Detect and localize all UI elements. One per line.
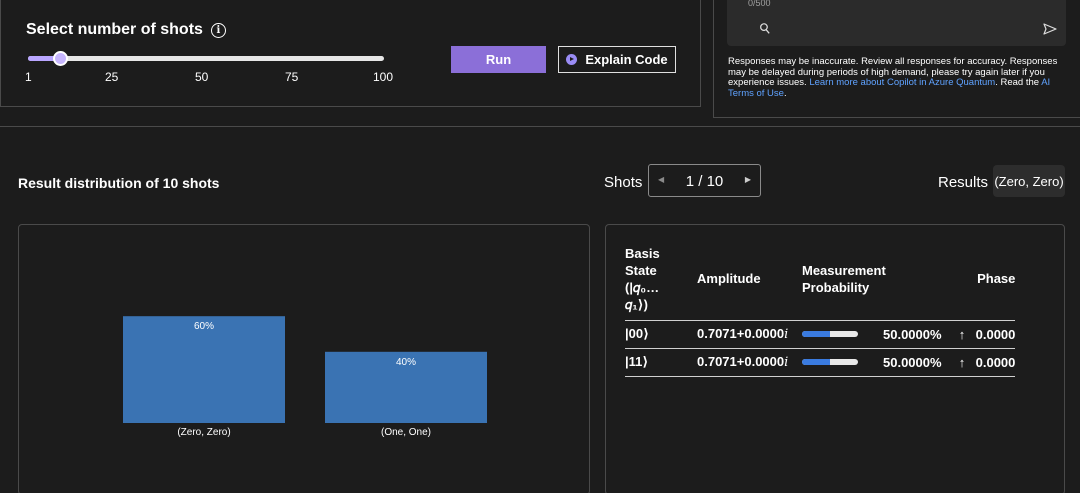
slider-tick: 75 <box>285 70 299 84</box>
header-phase: Phase <box>952 238 1016 321</box>
read-the-text: . Read the <box>995 77 1040 88</box>
phase-arrow-icon: ↑ <box>958 354 966 370</box>
distribution-chart-svg: 60% (Zero, Zero) 40% (One, One) <box>123 316 487 438</box>
shots-panel: Select number of shots i 1 25 50 75 100 … <box>0 0 701 107</box>
char-count: 0/500 <box>748 0 771 8</box>
header-basis-l3: (|𝑞₀… <box>625 279 660 295</box>
chat-input[interactable]: 0/500 ⚲ <box>727 0 1066 46</box>
run-button[interactable]: Run <box>451 46 546 73</box>
shots-title: Select number of shots i <box>26 21 226 39</box>
explain-code-label: Explain Code <box>585 52 668 67</box>
shots-title-label: Select number of shots <box>26 21 203 38</box>
bar-data-label: 40% <box>396 357 416 368</box>
copilot-disclaimer: Responses may be inaccurate. Review all … <box>728 56 1072 99</box>
amplitude-value: 0.7071+0.0000 <box>697 326 785 341</box>
pager-value: 1 / 10 <box>685 173 724 190</box>
probability-fill <box>802 331 830 337</box>
phase-cell: ↑ 0.0000 <box>952 320 1016 349</box>
amplitude-cell: 0.7071+0.0000i <box>697 348 802 377</box>
phase-value: 0.0000 <box>975 354 1016 370</box>
pager-next-icon[interactable]: ▶ <box>745 175 751 184</box>
terms-end: . <box>783 87 787 99</box>
header-meas-l1: Measurement <box>802 262 886 278</box>
amplitude-imag: i <box>784 327 789 342</box>
send-icon[interactable] <box>1043 23 1057 35</box>
category-label: (One, One) <box>381 427 431 438</box>
phase-arrow-icon: ↑ <box>958 326 966 342</box>
slider-thumb[interactable] <box>53 51 69 66</box>
header-basis-l1: Basis <box>625 245 660 261</box>
slider-tick: 50 <box>195 70 209 84</box>
state-table: Basis State (|𝑞₀… 𝑞₁⟩) Amplitude Measure… <box>625 238 1016 377</box>
probability-cell: 50.0000% <box>802 320 952 349</box>
state-table-card: Basis State (|𝑞₀… 𝑞₁⟩) Amplitude Measure… <box>605 224 1065 493</box>
distribution-title: Result distribution of 10 shots <box>18 175 220 191</box>
distribution-chart: 60% (Zero, Zero) 40% (One, One) <box>18 224 590 493</box>
category-label: (Zero, Zero) <box>177 427 230 438</box>
slider-tick: 1 <box>25 70 32 84</box>
copilot-panel: 0/500 ⚲ Responses may be inaccurate. Rev… <box>713 0 1080 118</box>
table-row: |00⟩ 0.7071+0.0000i 50.0000% ↑ 0.0000 <box>625 320 1016 349</box>
results-label: Results <box>938 174 989 191</box>
slider-tick: 100 <box>373 70 394 84</box>
header-basis-l4: 𝑞₁⟩) <box>625 296 648 312</box>
probability-text: 50.0000% <box>883 354 942 370</box>
shot-pager[interactable]: ◀ 1 / 10 ▶ <box>648 164 761 197</box>
table-row: |11⟩ 0.7071+0.0000i 50.0000% ↑ 0.0000 <box>625 348 1016 377</box>
header-basis-l2: State <box>625 262 657 278</box>
probability-bar <box>802 359 858 365</box>
basis-cell: |11⟩ <box>625 348 697 377</box>
header-amplitude: Amplitude <box>697 238 802 321</box>
amplitude-value: 0.7071+0.0000 <box>697 354 785 369</box>
header-phase-label: Phase <box>977 271 1016 287</box>
shots-label: Shots <box>604 174 643 191</box>
basis-cell: |00⟩ <box>625 320 697 349</box>
slider-tick: 25 <box>105 70 119 84</box>
results-panel: Result distribution of 10 shots Shots ◀ … <box>0 126 1080 493</box>
probability-cell: 50.0000% <box>802 348 952 377</box>
header-measurement-probability: Measurement Probability <box>802 238 952 321</box>
amplitude-cell: 0.7071+0.0000i <box>697 320 802 349</box>
broom-icon[interactable]: ⚲ <box>756 19 775 39</box>
info-icon[interactable]: i <box>210 22 226 38</box>
probability-fill <box>802 359 830 365</box>
probability-text: 50.0000% <box>883 326 942 342</box>
shots-slider[interactable] <box>28 51 384 66</box>
results-value-chip: (Zero, Zero) <box>993 165 1065 197</box>
header-meas-l2: Probability <box>802 279 870 295</box>
phase-cell: ↑ 0.0000 <box>952 348 1016 377</box>
chart-bar <box>123 316 285 423</box>
bar-data-label: 60% <box>194 321 214 332</box>
explain-code-button[interactable]: Explain Code <box>558 46 676 73</box>
copilot-icon <box>566 54 578 65</box>
amplitude-imag: i <box>784 355 789 370</box>
phase-value: 0.0000 <box>975 326 1016 342</box>
learn-more-link[interactable]: Learn more about Copilot in Azure Quantu… <box>809 77 995 88</box>
probability-bar <box>802 331 858 337</box>
header-basis-state: Basis State (|𝑞₀… 𝑞₁⟩) <box>625 238 697 321</box>
